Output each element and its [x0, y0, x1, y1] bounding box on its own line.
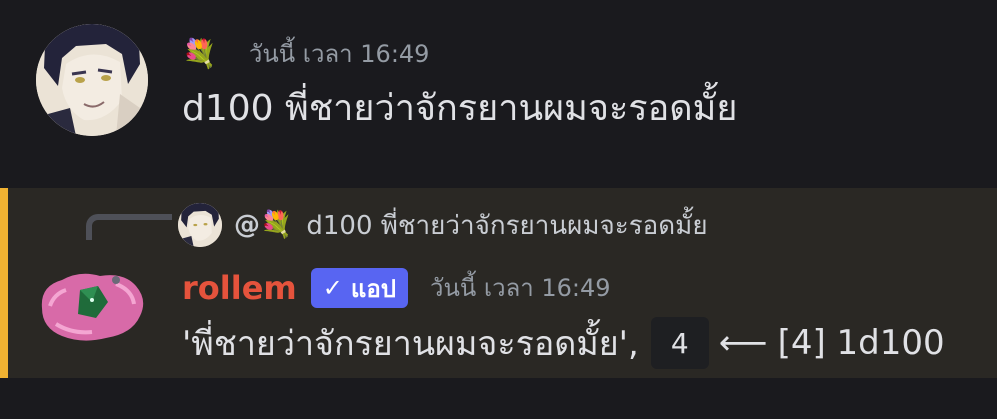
avatar[interactable] — [36, 24, 148, 136]
roll-result: 4 — [650, 317, 709, 369]
message-content: d100 พี่ชายว่าจักรยานผมจะรอดมั้ย — [182, 88, 738, 129]
message-content: 'พี่ชายว่าจักรยานผมจะรอดมั้ย', 4 ⟵ [4] 1… — [182, 316, 945, 370]
timestamp[interactable]: วันนี้ เวลา 16:49 — [249, 36, 430, 72]
arrow-left-icon: ⟵ — [718, 323, 768, 363]
mention-highlight-bar — [0, 188, 8, 378]
avatar-image — [36, 24, 148, 136]
bot-avatar-image — [41, 273, 144, 341]
username[interactable]: rollem — [182, 269, 297, 307]
reply-reference[interactable]: @💐 d100 พี่ชายว่าจักรยานผมจะรอดมั้ย — [178, 202, 708, 248]
app-badge-label: แอป — [350, 274, 396, 303]
verified-check-icon: ✓ — [322, 274, 343, 302]
message: 💐 วันนี้ เวลา 16:49 d100 พี่ชายว่าจักรยา… — [0, 0, 997, 188]
chat-view: 💐 วันนี้ เวลา 16:49 d100 พี่ชายว่าจักรยา… — [0, 0, 997, 419]
reply-mention[interactable]: @💐 — [234, 210, 292, 240]
message-header: 💐 วันนี้ เวลา 16:49 — [182, 36, 429, 72]
timestamp[interactable]: วันนี้ เวลา 16:49 — [430, 270, 611, 306]
bouquet-icon: 💐 — [182, 37, 217, 70]
message-header: rollem ✓ แอป วันนี้ เวลา 16:49 — [182, 266, 611, 310]
message-highlighted: @💐 d100 พี่ชายว่าจักรยานผมจะรอดมั้ย roll… — [0, 188, 997, 378]
roll-detail: [4] 1d100 — [777, 323, 945, 363]
reply-spine — [86, 214, 172, 240]
bot-avatar[interactable] — [36, 268, 148, 344]
app-badge: ✓ แอป — [310, 268, 408, 308]
reply-avatar-image — [178, 203, 222, 247]
reply-preview[interactable]: d100 พี่ชายว่าจักรยานผมจะรอดมั้ย — [306, 205, 707, 246]
roll-label: 'พี่ชายว่าจักรยานผมจะรอดมั้ย', — [182, 324, 639, 364]
reply-avatar[interactable] — [178, 203, 222, 247]
